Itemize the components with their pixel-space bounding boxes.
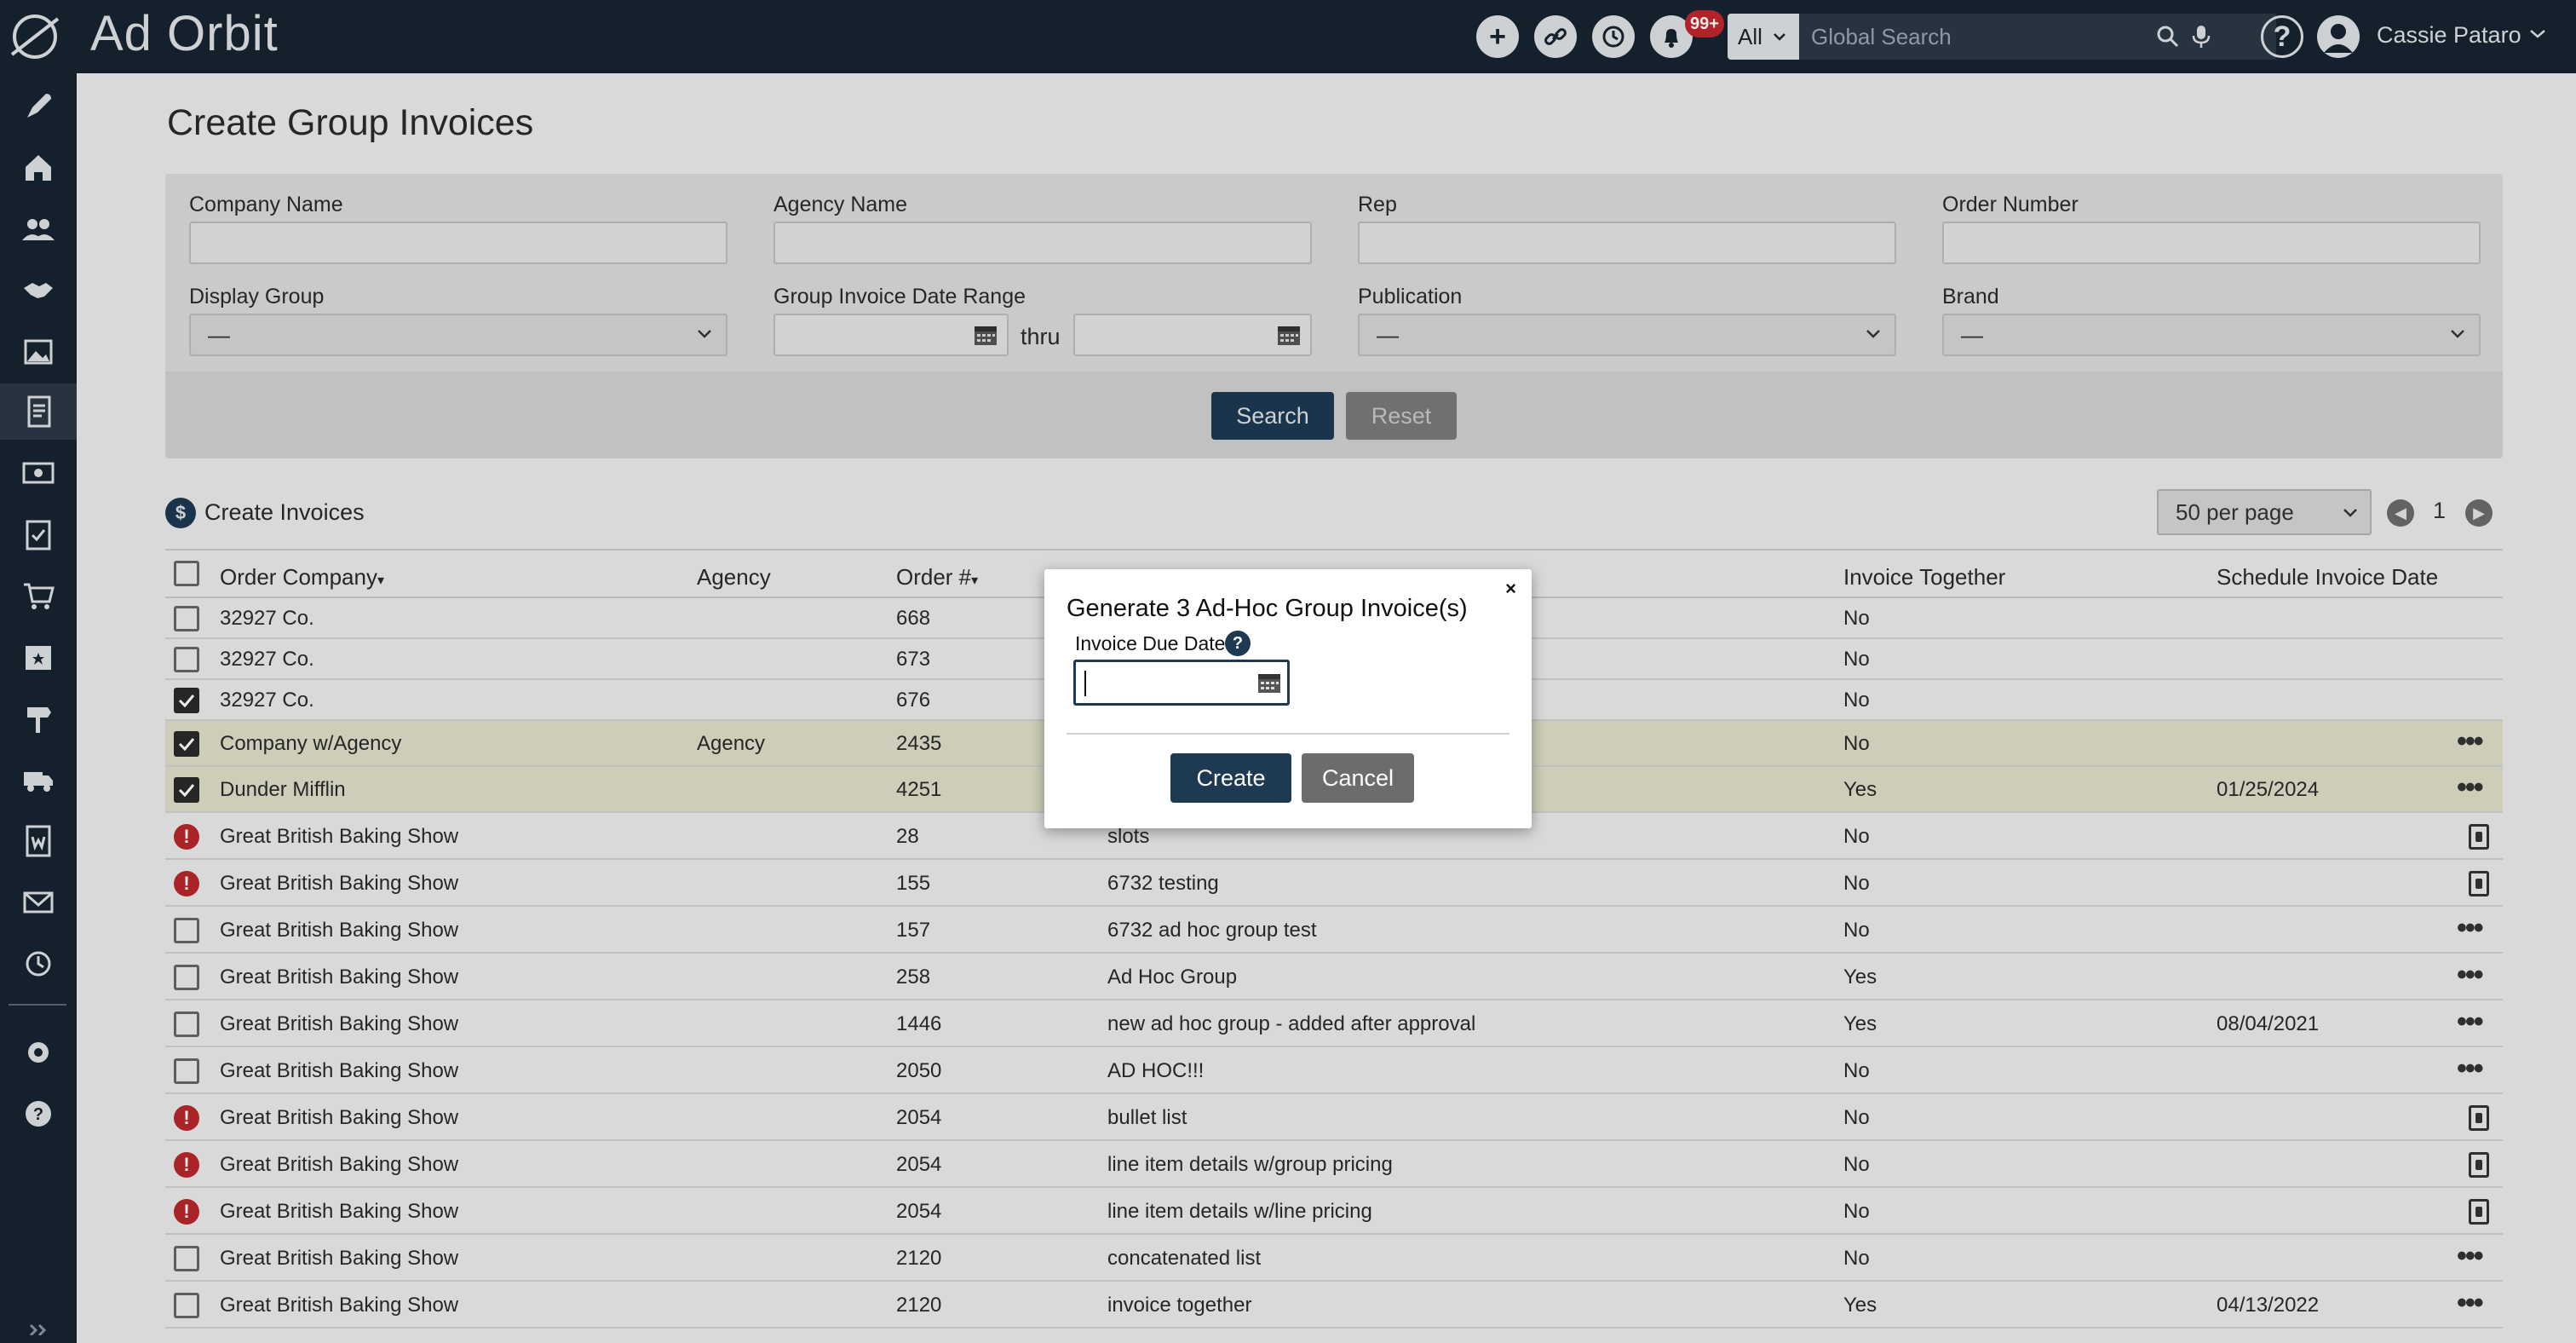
text-caret (1084, 671, 1086, 696)
invoice-due-date-label: Invoice Due Date (1075, 632, 1226, 654)
invoice-due-date-input[interactable] (1073, 660, 1290, 706)
cancel-button[interactable]: Cancel (1302, 753, 1414, 803)
create-button[interactable]: Create (1170, 753, 1291, 803)
help-icon[interactable]: ? (1225, 631, 1251, 656)
generate-invoices-dialog: Generate 3 Ad-Hoc Group Invoice(s) × Inv… (1044, 569, 1532, 828)
close-icon[interactable]: × (1505, 578, 1516, 600)
dialog-title: Generate 3 Ad-Hoc Group Invoice(s) (1067, 595, 1468, 622)
dialog-divider (1067, 733, 1509, 735)
calendar-icon[interactable] (1256, 671, 1282, 695)
